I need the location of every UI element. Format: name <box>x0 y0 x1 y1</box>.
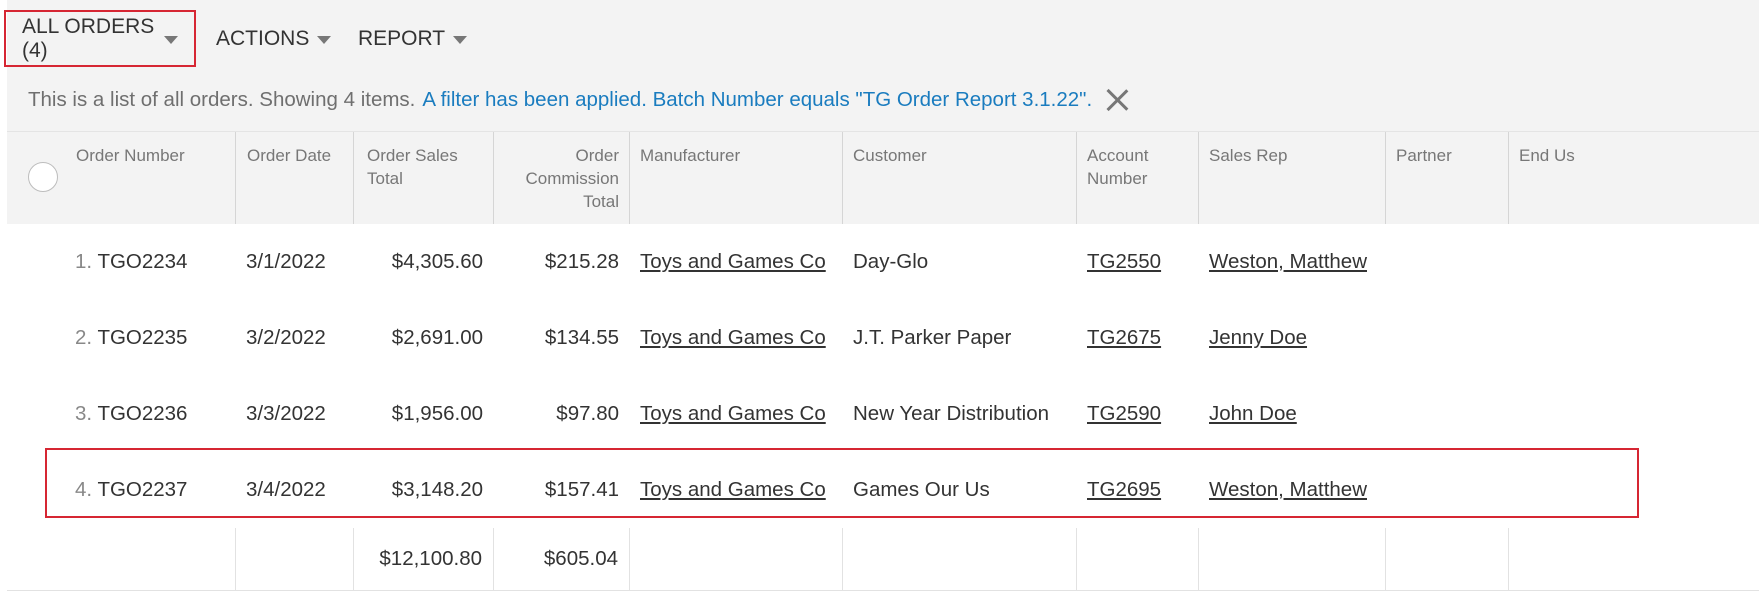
col-account-number[interactable]: Account Number <box>1077 132 1199 224</box>
actions-label: ACTIONS <box>216 26 310 50</box>
col-order-date[interactable]: Order Date <box>236 132 354 224</box>
col-end-user[interactable]: End Us <box>1509 132 1759 224</box>
filter-applied-text[interactable]: A filter has been applied. Batch Number … <box>422 88 1092 112</box>
col-partner[interactable]: Partner <box>1386 132 1509 224</box>
row-number: 2. <box>75 326 93 349</box>
customer-cell: Games Our Us <box>853 478 990 501</box>
col-customer[interactable]: Customer <box>843 132 1077 224</box>
all-orders-label: ALL ORDERS (4) <box>22 14 155 62</box>
clear-filter-icon[interactable] <box>1105 88 1129 112</box>
orders-list-view: ALL ORDERS (4) ACTIONS REPORT This is a … <box>0 0 1759 591</box>
col-order-commission-total[interactable]: Order Commission Total <box>494 132 630 224</box>
col-label-line: Account <box>1087 146 1149 165</box>
order-number-cell[interactable]: 3. TGO2236 <box>75 376 187 452</box>
order-number-cell[interactable]: 2. TGO2235 <box>75 300 187 376</box>
col-label: Order Date <box>247 146 332 165</box>
totals-blank-cell <box>1386 528 1509 590</box>
all-orders-menu[interactable]: ALL ORDERS (4) <box>4 10 196 67</box>
sales-total-cell: $4,305.60 <box>391 250 483 273</box>
totals-blank-cell <box>630 528 843 590</box>
col-label-line: Order <box>575 146 619 165</box>
grid-header: Order Number Order Date Order Sales Tota… <box>7 131 1759 225</box>
report-menu[interactable]: REPORT <box>340 10 483 67</box>
order-date-cell: 3/1/2022 <box>246 250 326 273</box>
account-number-link[interactable]: TG2675 <box>1087 300 1161 376</box>
col-order-number[interactable]: Order Number <box>7 132 236 224</box>
customer-cell: Day-Glo <box>853 250 929 273</box>
col-label: Customer <box>853 146 927 165</box>
col-label: Manufacturer <box>640 146 741 165</box>
chevron-down-icon <box>164 35 178 44</box>
customer-cell: J.T. Parker Paper <box>853 326 1012 349</box>
sales-total-cell: $1,956.00 <box>391 402 483 425</box>
col-label: Order Number <box>76 146 185 165</box>
manufacturer-link[interactable]: Toys and Games Co <box>640 224 826 300</box>
order-date-cell: 3/4/2022 <box>246 478 326 501</box>
totals-blank-cell <box>236 528 354 590</box>
table-row[interactable]: 3. TGO2236 3/3/2022 $1,956.00 $97.80 Toy… <box>7 376 1759 453</box>
account-number-link[interactable]: TG2695 <box>1087 452 1161 528</box>
row-number: 1. <box>75 250 93 273</box>
totals-blank-cell <box>843 528 1077 590</box>
filter-info-bar: This is a list of all orders. Showing 4 … <box>7 68 1759 131</box>
order-number: TGO2234 <box>97 250 188 273</box>
order-date-cell: 3/3/2022 <box>246 402 326 425</box>
manufacturer-link[interactable]: Toys and Games Co <box>640 452 826 528</box>
totals-blank-cell <box>1199 528 1386 590</box>
chevron-down-icon <box>317 35 332 44</box>
commission-total-cell: $134.55 <box>544 326 619 349</box>
commission-total-cell: $157.41 <box>544 478 619 501</box>
sales-total-sum: $12,100.80 <box>354 528 494 590</box>
sales-rep-link[interactable]: Weston, Matthew <box>1209 224 1367 300</box>
account-number-link[interactable]: TG2550 <box>1087 224 1161 300</box>
sales-rep-link[interactable]: Jenny Doe <box>1209 300 1307 376</box>
row-number: 4. <box>75 478 93 501</box>
col-label-line: Commission <box>525 169 619 188</box>
col-sales-rep[interactable]: Sales Rep <box>1199 132 1386 224</box>
chevron-down-icon <box>453 35 468 44</box>
actions-menu[interactable]: ACTIONS <box>198 10 347 67</box>
sales-total-cell: $3,148.20 <box>391 478 483 501</box>
totals-row: $12,100.80 $605.04 <box>7 528 1759 590</box>
order-number: TGO2236 <box>97 402 188 425</box>
account-number-link[interactable]: TG2590 <box>1087 376 1161 452</box>
order-number: TGO2237 <box>97 478 188 501</box>
totals-blank-cell <box>1077 528 1199 590</box>
sales-rep-link[interactable]: John Doe <box>1209 376 1297 452</box>
table-row[interactable]: 4. TGO2237 3/4/2022 $3,148.20 $157.41 To… <box>7 452 1759 529</box>
commission-total-cell: $215.28 <box>544 250 619 273</box>
col-manufacturer[interactable]: Manufacturer <box>630 132 843 224</box>
totals-blank-cell <box>7 528 236 590</box>
commission-total-sum: $605.04 <box>494 528 630 590</box>
col-label: End Us <box>1519 146 1575 165</box>
col-label: Order Sales Total <box>367 146 458 188</box>
sales-total-cell: $2,691.00 <box>391 326 483 349</box>
order-date-cell: 3/2/2022 <box>246 326 326 349</box>
col-label: Sales Rep <box>1209 146 1288 165</box>
order-number: TGO2235 <box>97 326 188 349</box>
manufacturer-link[interactable]: Toys and Games Co <box>640 300 826 376</box>
customer-cell: New Year Distribution <box>853 402 1049 425</box>
col-label: Partner <box>1396 146 1452 165</box>
col-label-line: Number <box>1087 169 1148 188</box>
table-row[interactable]: 1. TGO2234 3/1/2022 $4,305.60 $215.28 To… <box>7 224 1759 301</box>
table-row[interactable]: 2. TGO2235 3/2/2022 $2,691.00 $134.55 To… <box>7 300 1759 377</box>
commission-total-cell: $97.80 <box>556 402 619 425</box>
col-order-sales-total[interactable]: Order Sales Total <box>354 132 494 224</box>
col-label-line: Total <box>583 192 619 211</box>
row-number: 3. <box>75 402 93 425</box>
order-number-cell[interactable]: 1. TGO2234 <box>75 224 187 300</box>
manufacturer-link[interactable]: Toys and Games Co <box>640 376 826 452</box>
sales-rep-link[interactable]: Weston, Matthew <box>1209 452 1367 528</box>
order-number-cell[interactable]: 4. TGO2237 <box>75 452 187 528</box>
report-label: REPORT <box>358 26 446 50</box>
list-summary-text: This is a list of all orders. Showing 4 … <box>28 87 416 111</box>
